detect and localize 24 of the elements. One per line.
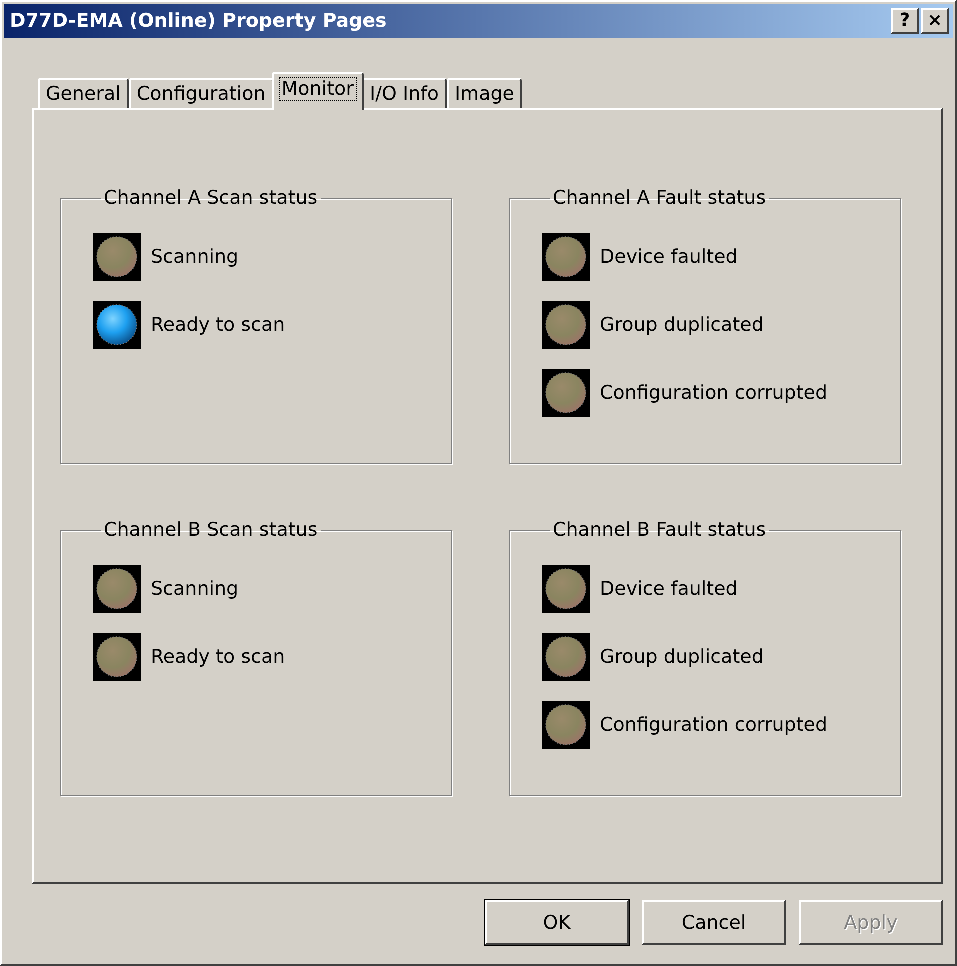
group-title: Channel B Fault status xyxy=(552,519,768,541)
indicator-label: Configuration corrupted xyxy=(600,714,828,736)
indicator-label: Scanning xyxy=(151,578,239,600)
tab[interactable]: Monitor xyxy=(272,72,364,110)
tab[interactable]: Configuration xyxy=(128,78,274,108)
indicator-label: Ready to scan xyxy=(151,314,286,336)
indicator-label: Configuration corrupted xyxy=(600,382,828,404)
group-title: Channel A Fault status xyxy=(552,187,768,209)
tab[interactable]: I/O Info xyxy=(362,78,447,108)
indicator-label: Ready to scan xyxy=(151,646,286,668)
help-button[interactable]: ? xyxy=(891,8,919,34)
close-button[interactable]: × xyxy=(921,8,949,34)
indicator-label: Scanning xyxy=(151,246,239,268)
tab[interactable]: Image xyxy=(446,78,522,108)
indicator-label: Group duplicated xyxy=(600,314,764,336)
indicator-label: Group duplicated xyxy=(600,646,764,668)
indicator-label: Device faulted xyxy=(600,246,738,268)
dialog-button[interactable]: OK xyxy=(485,900,629,945)
group-title: Channel A Scan status xyxy=(103,187,319,209)
dialog-button[interactable]: Cancel xyxy=(642,900,786,945)
group-title: Channel B Scan status xyxy=(103,519,319,541)
indicator-label: Device faulted xyxy=(600,578,738,600)
tab[interactable]: General xyxy=(38,78,129,108)
window-title: D77D-EMA (Online) Property Pages xyxy=(10,10,387,32)
